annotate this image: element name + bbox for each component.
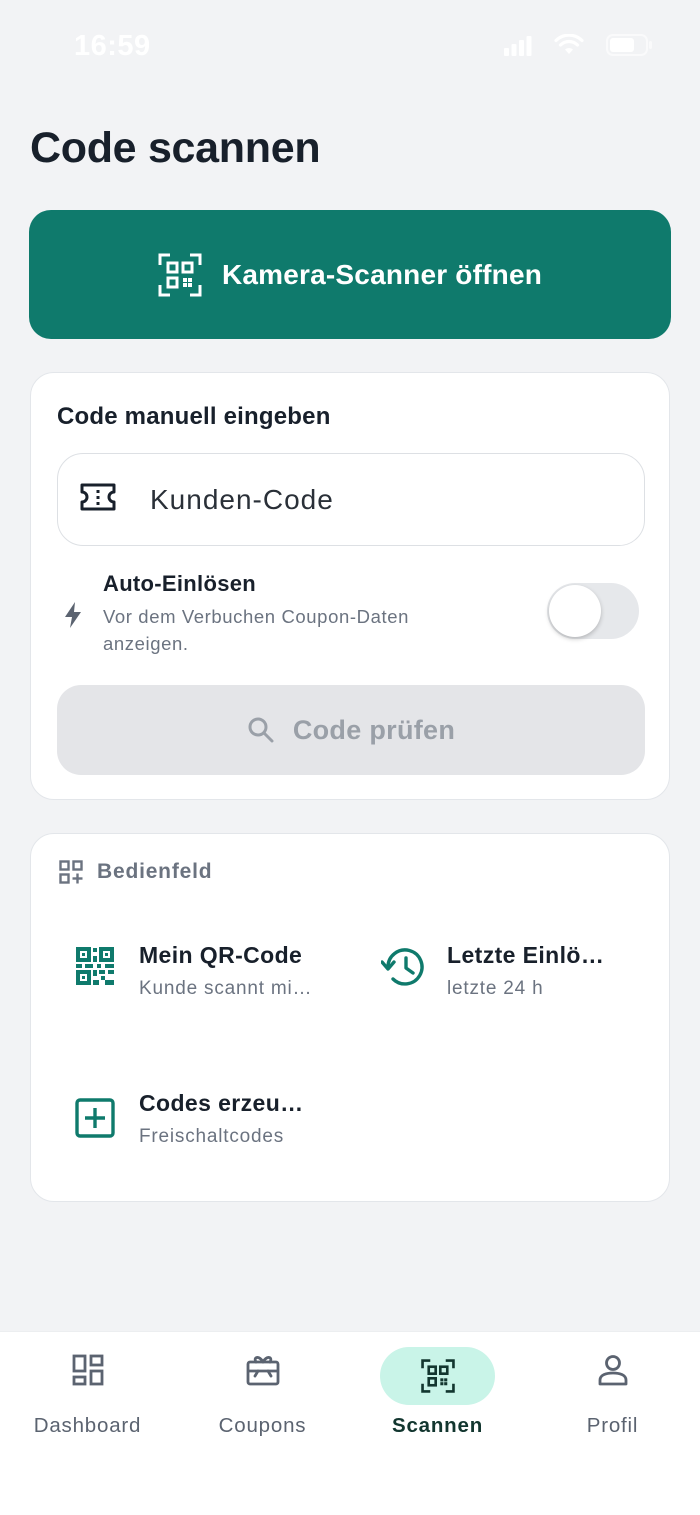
wifi-icon <box>554 34 584 54</box>
qr-code-icon <box>76 947 114 985</box>
manual-entry-title: Code manuell eingeben <box>57 403 331 430</box>
search-icon <box>248 717 274 743</box>
control-panel-header: Bedienfeld <box>59 860 212 884</box>
tile-generate-codes-subtitle: Freischaltcodes <box>139 1126 285 1147</box>
tile-my-qr-code-subtitle: Kunde scannt mi… <box>139 978 313 999</box>
nav-item-profil[interactable]: Profil <box>525 1332 700 1452</box>
battery-icon <box>606 34 652 56</box>
add-box-icon <box>75 1098 115 1138</box>
auto-redeem-toggle[interactable] <box>547 583 639 639</box>
gift-card-icon <box>246 1356 279 1386</box>
open-camera-scanner-button[interactable]: Kamera-Scanner öffnen <box>29 210 671 339</box>
customer-code-input[interactable] <box>150 474 630 526</box>
tile-generate-codes-title: Codes erzeu… <box>139 1090 304 1116</box>
dashboard-icon <box>72 1354 103 1386</box>
toggle-knob <box>549 585 601 637</box>
tile-generate-codes[interactable]: Codes erzeu… Freischaltcodes <box>75 1086 365 1176</box>
person-icon <box>598 1355 627 1386</box>
auto-redeem-title: Auto-Einlösen <box>103 571 257 596</box>
nav-item-scannen[interactable]: Scannen <box>350 1332 525 1452</box>
status-icons <box>504 34 654 56</box>
nav-label-coupons: Coupons <box>218 1414 307 1437</box>
page-title: Code scannen <box>30 124 321 172</box>
ticket-icon <box>80 483 116 511</box>
qr-scan-icon <box>158 253 202 296</box>
manual-entry-card: Code manuell eingeben Auto-Einlösen Vor … <box>30 372 670 800</box>
status-bar: 16:59 <box>0 0 700 92</box>
bolt-icon <box>65 602 81 628</box>
signal-icon <box>504 36 532 56</box>
history-icon <box>381 948 424 986</box>
tile-recent-redemptions-subtitle: letzte 24 h <box>447 978 544 999</box>
control-panel-title: Bedienfeld <box>97 860 213 883</box>
tile-my-qr-code-title: Mein QR-Code <box>139 942 303 968</box>
auto-redeem-description: Vor dem Verbuchen Coupon-Daten anzeigen. <box>103 606 409 654</box>
nav-item-coupons[interactable]: Coupons <box>175 1332 350 1452</box>
nav-label-profil: Profil <box>586 1414 639 1437</box>
open-camera-scanner-label: Kamera-Scanner öffnen <box>221 258 543 290</box>
check-code-button[interactable]: Code prüfen <box>57 685 645 775</box>
check-code-label: Code prüfen <box>292 714 456 745</box>
nav-label-scannen: Scannen <box>391 1414 484 1437</box>
grid-plus-icon <box>59 860 83 884</box>
auto-redeem-row: Auto-Einlösen Vor dem Verbuchen Coupon-D… <box>57 569 645 659</box>
nav-label-dashboard: Dashboard <box>33 1414 142 1437</box>
control-panel-card: Bedienfeld Mein QR-Code Kunde scannt mi… <box>30 833 670 1202</box>
bottom-nav: Dashboard Coupons Scannen Profil <box>0 1331 700 1515</box>
tile-my-qr-code[interactable]: Mein QR-Code Kunde scannt mi… <box>75 938 365 1028</box>
qr-scan-icon <box>420 1359 455 1393</box>
status-time: 16:59 <box>74 30 151 62</box>
customer-code-field[interactable] <box>57 453 645 546</box>
tile-recent-redemptions[interactable]: Letzte Einlö… letzte 24 h <box>381 938 673 1028</box>
nav-item-dashboard[interactable]: Dashboard <box>0 1332 175 1452</box>
tile-recent-redemptions-title: Letzte Einlö… <box>447 942 605 968</box>
